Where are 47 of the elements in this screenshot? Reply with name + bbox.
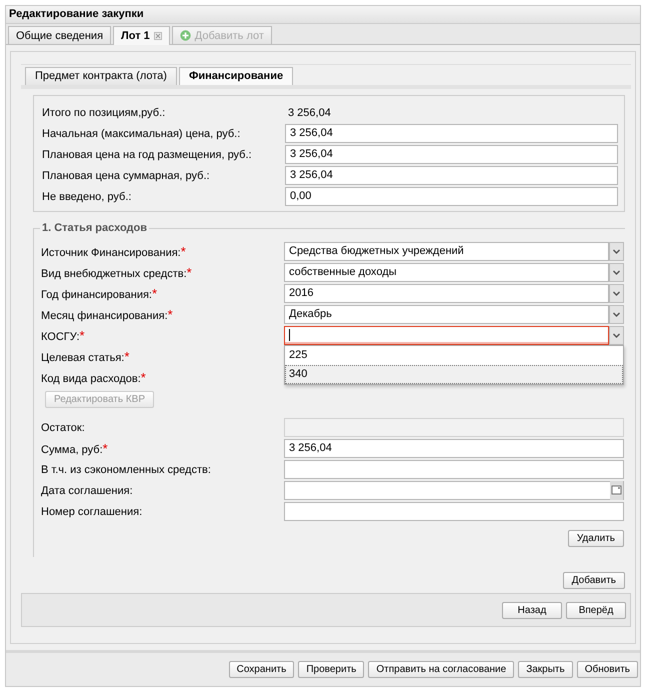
dropdown-field[interactable] [284, 326, 624, 345]
input-field[interactable] [284, 502, 624, 521]
field-label: Год финансирования:* [41, 286, 158, 301]
field-label: Код вида расходов:* [41, 370, 147, 385]
input-field[interactable]: 3 256,04 [284, 439, 624, 458]
date-field[interactable] [284, 481, 624, 500]
input-field[interactable]: 0,00 [285, 187, 618, 206]
field-label: Вид внебюджетных средств:* [41, 265, 193, 280]
field-label: Источник Финансирования:* [41, 244, 187, 259]
field-label: Плановая цена на год размещения, руб.: [42, 148, 253, 160]
input-field[interactable]: 3 256,04 [285, 124, 618, 143]
total-value: 3 256,04 [287, 106, 331, 118]
input-field[interactable] [284, 460, 624, 479]
footer-button[interactable]: Сохранить [228, 661, 294, 678]
nav-button[interactable]: Назад [502, 602, 562, 618]
tab[interactable]: Предмет контракта (лота) [25, 67, 177, 85]
field-label: Итого по позициям,руб.: [42, 106, 166, 118]
field-label: В т.ч. из сэкономленных средств: [41, 464, 212, 476]
input-field[interactable]: 3 256,04 [285, 166, 618, 185]
dropdown-option[interactable]: 340 [285, 365, 623, 384]
window-title: Редактирование закупки [6, 6, 640, 24]
field-label: Дата соглашения: [41, 484, 134, 496]
nav-button[interactable]: Вперёд [566, 602, 626, 618]
field-label: КОСГУ:* [41, 328, 86, 343]
add-button[interactable]: Добавить [562, 572, 625, 589]
dropdown-option[interactable]: 225 [285, 346, 623, 365]
tab[interactable]: Финансирование [178, 67, 294, 85]
input-field[interactable]: 3 256,04 [285, 145, 618, 164]
tab[interactable]: Лот 1 [113, 26, 170, 45]
field-label: Не введено, руб.: [42, 190, 132, 202]
field-label: Номер соглашения: [41, 506, 144, 518]
footer-button[interactable]: Проверить [298, 661, 364, 678]
field-label: Начальная (максимальная) цена, руб.: [42, 128, 242, 140]
field-label: Месяц финансирования:* [41, 307, 174, 322]
delete-button[interactable]: Удалить [568, 530, 624, 547]
footer-button[interactable]: Отправить на согласование [368, 661, 514, 678]
add-icon [180, 30, 191, 41]
close-icon[interactable] [154, 32, 162, 40]
field-label: Остаток: [41, 422, 86, 434]
footer-button[interactable]: Закрыть [518, 661, 573, 678]
calendar-icon[interactable] [610, 481, 623, 500]
tab[interactable]: Общие сведения [8, 26, 112, 44]
field-label: Сумма, руб:* [41, 441, 109, 456]
field-label: Целевая статья:* [41, 349, 130, 364]
fieldset-legend: 1. Статья расходов [40, 222, 149, 234]
field-label: Плановая цена суммарная, руб.: [42, 170, 211, 182]
footer-button[interactable]: Обновить [576, 661, 638, 678]
